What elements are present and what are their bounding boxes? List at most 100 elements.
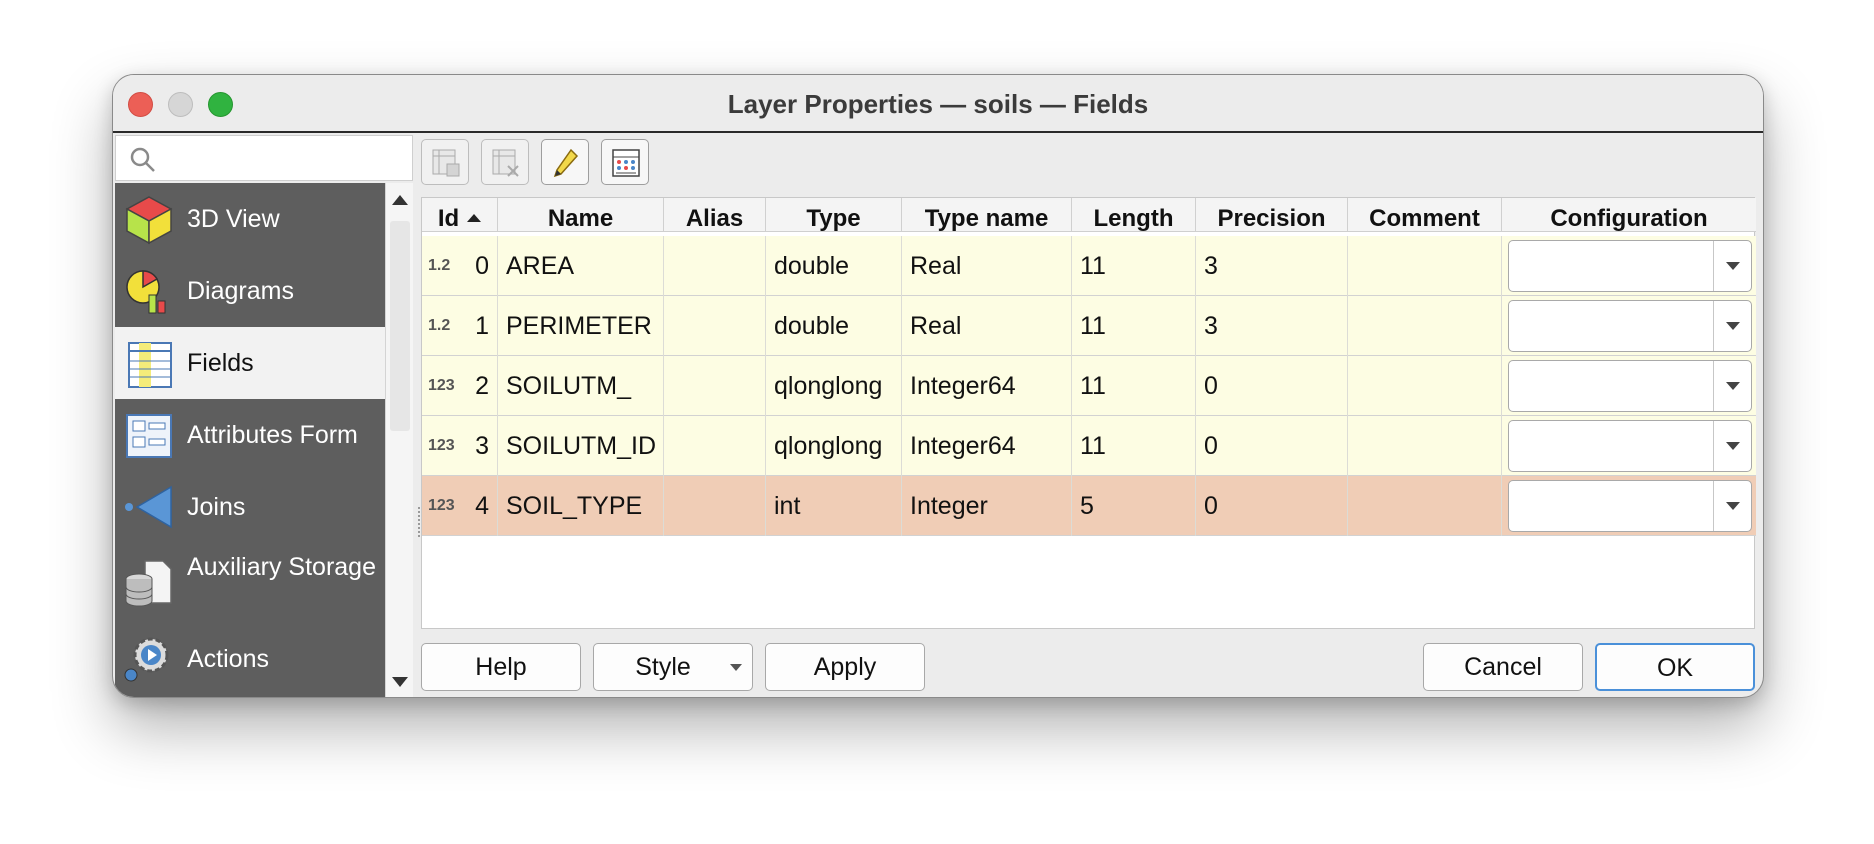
field-id: 3 xyxy=(475,432,489,460)
sidebar-item-attributes-form[interactable]: Attributes Form xyxy=(115,399,385,471)
fields-icon xyxy=(128,342,172,388)
sidebar-item-actions[interactable]: Actions xyxy=(115,623,385,695)
sidebar-item-fields[interactable]: Fields xyxy=(115,327,385,399)
cell-length[interactable]: 5 xyxy=(1072,476,1196,536)
scrollbar-thumb[interactable] xyxy=(390,221,410,431)
cell-id[interactable]: 123 4 xyxy=(422,476,498,536)
cell-comment[interactable] xyxy=(1348,356,1502,416)
new-field-button[interactable] xyxy=(421,139,469,185)
cell-id[interactable]: 1.2 0 xyxy=(422,236,498,296)
joins-icon xyxy=(125,485,172,529)
sidebar-item-label: Fields xyxy=(187,349,254,377)
fields-table[interactable]: Id Name Alias Type Type name Length Prec… xyxy=(421,197,1756,629)
cell-alias[interactable] xyxy=(664,296,766,356)
cell-alias[interactable] xyxy=(664,236,766,296)
cell-comment[interactable] xyxy=(1348,416,1502,476)
table-row[interactable]: 123 4 SOIL_TYPE int Integer 5 0 xyxy=(422,476,1756,536)
decimal-type-icon: 1.2 xyxy=(428,257,451,274)
sidebar-scrollbar[interactable] xyxy=(385,183,413,697)
style-dropdown-button[interactable]: Style xyxy=(593,643,753,691)
table-row[interactable]: 123 2 SOILUTM_ qlonglong Integer64 11 0 xyxy=(422,356,1756,416)
chevron-down-icon[interactable] xyxy=(1726,502,1740,510)
field-id: 2 xyxy=(475,372,489,400)
toggle-editing-button[interactable] xyxy=(541,139,589,185)
apply-button[interactable]: Apply xyxy=(765,643,925,691)
cell-id[interactable]: 123 2 xyxy=(422,356,498,416)
cell-precision[interactable]: 3 xyxy=(1196,236,1348,296)
column-header-type-name[interactable]: Type name xyxy=(902,198,1072,232)
cell-name[interactable]: AREA xyxy=(498,236,664,296)
configuration-combobox[interactable] xyxy=(1508,240,1752,292)
sidebar-item-label: 3D View xyxy=(187,205,280,233)
cell-type-name[interactable]: Integer64 xyxy=(902,416,1072,476)
cell-name[interactable]: SOILUTM_ xyxy=(498,356,664,416)
cell-length[interactable]: 11 xyxy=(1072,296,1196,356)
sort-ascending-icon xyxy=(467,214,482,222)
cell-id[interactable]: 123 3 xyxy=(422,416,498,476)
cell-precision[interactable]: 0 xyxy=(1196,416,1348,476)
column-header-length[interactable]: Length xyxy=(1072,198,1196,232)
cancel-button[interactable]: Cancel xyxy=(1423,643,1583,691)
scroll-down-arrow-icon[interactable] xyxy=(392,677,408,687)
chevron-down-icon[interactable] xyxy=(1726,262,1740,270)
configuration-combobox[interactable] xyxy=(1508,420,1752,472)
chevron-down-icon[interactable] xyxy=(1726,322,1740,330)
cell-precision[interactable]: 3 xyxy=(1196,296,1348,356)
chevron-down-icon[interactable] xyxy=(1726,382,1740,390)
field-calculator-button[interactable] xyxy=(601,139,649,185)
cell-type[interactable]: qlonglong xyxy=(766,416,902,476)
sidebar-item-label: Actions xyxy=(187,645,269,673)
configuration-combobox[interactable] xyxy=(1508,360,1752,412)
cell-type[interactable]: int xyxy=(766,476,902,536)
cell-comment[interactable] xyxy=(1348,296,1502,356)
cell-id[interactable]: 1.2 1 xyxy=(422,296,498,356)
search-input[interactable] xyxy=(115,135,413,181)
column-header-name[interactable]: Name xyxy=(498,198,664,232)
cell-precision[interactable]: 0 xyxy=(1196,356,1348,416)
column-header-comment[interactable]: Comment xyxy=(1348,198,1502,232)
cell-comment[interactable] xyxy=(1348,236,1502,296)
table-row[interactable]: 123 3 SOILUTM_ID qlonglong Integer64 11 0 xyxy=(422,416,1756,476)
cell-type-name[interactable]: Real xyxy=(902,296,1072,356)
configuration-combobox[interactable] xyxy=(1508,480,1752,532)
column-header-id[interactable]: Id xyxy=(422,198,498,232)
actions-icon xyxy=(124,637,169,682)
cell-type-name[interactable]: Integer64 xyxy=(902,356,1072,416)
cell-alias[interactable] xyxy=(664,356,766,416)
sidebar-item-joins[interactable]: Joins xyxy=(115,471,385,543)
chevron-down-icon[interactable] xyxy=(1726,442,1740,450)
cell-type[interactable]: double xyxy=(766,296,902,356)
column-header-alias[interactable]: Alias xyxy=(664,198,766,232)
column-header-precision[interactable]: Precision xyxy=(1196,198,1348,232)
cell-precision[interactable]: 0 xyxy=(1196,476,1348,536)
column-header-configuration[interactable]: Configuration xyxy=(1502,198,1756,232)
sidebar-item-auxiliary-storage[interactable]: Auxiliary Storage xyxy=(115,543,385,621)
cell-alias[interactable] xyxy=(664,416,766,476)
table-row[interactable]: 1.2 1 PERIMETER double Real 11 3 xyxy=(422,296,1756,356)
cell-type-name[interactable]: Real xyxy=(902,236,1072,296)
cell-name[interactable]: SOILUTM_ID xyxy=(498,416,664,476)
cell-name[interactable]: PERIMETER xyxy=(498,296,664,356)
cell-type-name[interactable]: Integer xyxy=(902,476,1072,536)
sidebar-item-diagrams[interactable]: Diagrams xyxy=(115,255,385,327)
cell-length[interactable]: 11 xyxy=(1072,416,1196,476)
configuration-combobox[interactable] xyxy=(1508,300,1752,352)
sidebar: 3D View Diagrams Fields Attributes Form … xyxy=(115,183,385,697)
cell-length[interactable]: 11 xyxy=(1072,236,1196,296)
cell-type[interactable]: qlonglong xyxy=(766,356,902,416)
table-row[interactable]: 1.2 0 AREA double Real 11 3 xyxy=(422,236,1756,296)
column-header-type[interactable]: Type xyxy=(766,198,902,232)
help-button[interactable]: Help xyxy=(421,643,581,691)
cell-type[interactable]: double xyxy=(766,236,902,296)
delete-field-button[interactable] xyxy=(481,139,529,185)
delete-field-icon xyxy=(492,149,519,177)
cell-name[interactable]: SOIL_TYPE xyxy=(498,476,664,536)
ok-button[interactable]: OK xyxy=(1595,643,1755,691)
sidebar-item-3d-view[interactable]: 3D View xyxy=(115,183,385,255)
cell-length[interactable]: 11 xyxy=(1072,356,1196,416)
form-icon xyxy=(126,414,172,458)
cell-alias[interactable] xyxy=(664,476,766,536)
cell-comment[interactable] xyxy=(1348,476,1502,536)
scroll-up-arrow-icon[interactable] xyxy=(392,195,408,205)
storage-icon xyxy=(125,560,172,607)
